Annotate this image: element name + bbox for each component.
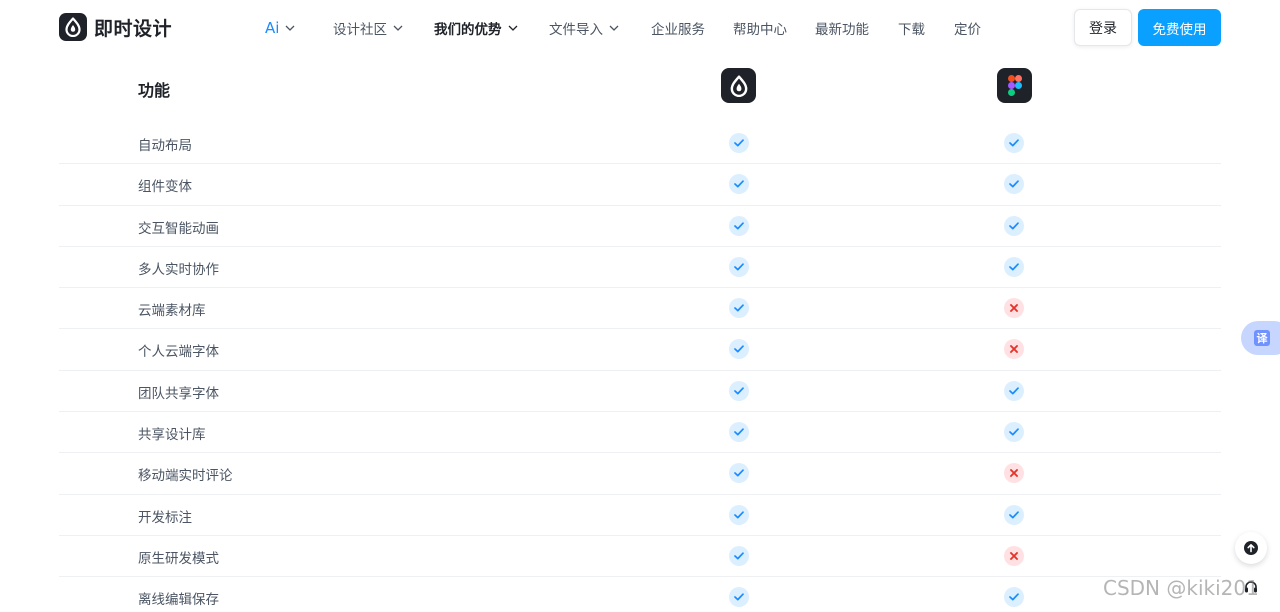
table-row: 自动布局 [59,123,1221,165]
feature-label: 开发标注 [138,509,192,526]
top-navigation-bar: 即时设计 Ai 设计社区 我们的优势 文件导入 企业服务 帮助中心 最新功能 下… [0,0,1280,56]
feature-label: 组件变体 [138,179,192,196]
jishi-check-icon [729,133,749,153]
jishi-check-icon [729,174,749,195]
jishi-check-icon [729,380,749,401]
feature-comparison-table: 自动布局组件变体交互智能动画 多人实时协作 云端素材库个人云端字体 团队共享字体 共享设… [59,123,1221,612]
nav-item-help-label: 帮助中心 [733,22,787,38]
jishi-check-icon [729,298,749,319]
nav-item-enterprise[interactable]: 企业服务 [651,18,705,38]
jishi-check-icon [729,545,749,566]
jishi-check-icon [729,587,749,608]
figma-check-icon [1004,174,1024,195]
feature-label: 离线编辑保存 [138,592,219,609]
chevron-down-icon [285,25,295,31]
jishi-check-icon [729,422,749,443]
nav-item-advantages[interactable]: 我们的优势 [434,18,518,38]
translate-button[interactable]: 译 [1241,321,1280,355]
figma-product-icon [997,68,1032,103]
table-row: 团队共享字体 [59,371,1221,413]
free-use-button[interactable]: 免费使用 [1138,9,1221,46]
nav-item-community[interactable]: 设计社区 [333,18,403,38]
nav-item-download-label: 下载 [898,22,925,38]
table-row: 共享设计库 [59,412,1221,454]
figma-check-icon [1004,587,1024,608]
table-row: 个人云端字体 [59,329,1221,371]
jishi-design-product-icon [721,68,756,103]
feature-column-header: 功能 [138,81,171,100]
figma-check-icon [1004,422,1024,443]
jishi-check-icon [729,504,749,525]
figma-check-icon [1004,133,1024,153]
table-row: 离线编辑保存 [59,577,1221,612]
nav-item-pricing-label: 定价 [954,22,981,38]
feature-label: 云端素材库 [138,303,206,320]
figma-check-icon [1004,256,1024,277]
nav-item-import[interactable]: 文件导入 [549,18,619,38]
table-row: 组件变体 [59,164,1221,206]
figma-cross-icon [1004,545,1024,566]
table-row: 交互智能动画 [59,206,1221,247]
nav-item-download[interactable]: 下载 [898,18,925,38]
feature-label: 原生研发模式 [138,550,219,567]
table-row: 云端素材库 [59,288,1221,330]
nav-item-ai-label: Ai [265,19,280,37]
feature-label: 移动端实时评论 [138,468,233,485]
figma-cross-icon [1004,339,1024,360]
nav-item-community-label: 设计社区 [333,22,387,38]
jishi-check-icon [729,339,749,360]
back-to-top-button[interactable] [1235,532,1267,564]
nav-item-features-label: 最新功能 [815,22,869,38]
figma-cross-icon [1004,298,1024,319]
login-button[interactable]: 登录 [1074,9,1132,46]
nav-item-advantages-label: 我们的优势 [434,22,502,38]
nav-item-features[interactable]: 最新功能 [815,18,869,38]
chevron-down-icon [609,25,619,31]
nav-item-help[interactable]: 帮助中心 [733,18,787,38]
jishi-check-icon [729,215,749,236]
nav-item-ai[interactable]: Ai [265,18,295,38]
table-row: 原生研发模式 [59,536,1221,578]
nav-item-pricing[interactable]: 定价 [954,18,981,38]
figma-check-icon [1004,215,1024,236]
jishi-check-icon [729,256,749,277]
table-row: 移动端实时评论 [59,453,1221,495]
chevron-down-icon [508,25,517,31]
csdn-watermark: CSDN @kiki201 [1103,576,1259,600]
table-row: 开发标注 [59,495,1221,536]
nav-item-import-label: 文件导入 [549,22,603,38]
figma-cross-icon [1004,463,1024,484]
feature-label: 团队共享字体 [138,385,219,402]
table-row: 多人实时协作 [59,247,1221,289]
feature-label: 共享设计库 [138,427,206,444]
feature-label: 交互智能动画 [138,220,219,237]
figma-check-icon [1004,380,1024,401]
feature-label: 多人实时协作 [138,261,219,278]
arrow-up-icon [1244,541,1258,555]
feature-label: 个人云端字体 [138,344,219,361]
feature-label: 自动布局 [138,138,192,154]
jishi-check-icon [729,463,749,484]
nav-item-enterprise-label: 企业服务 [651,22,705,38]
figma-check-icon [1004,504,1024,525]
chevron-down-icon [393,25,403,31]
translate-icon: 译 [1254,330,1270,346]
